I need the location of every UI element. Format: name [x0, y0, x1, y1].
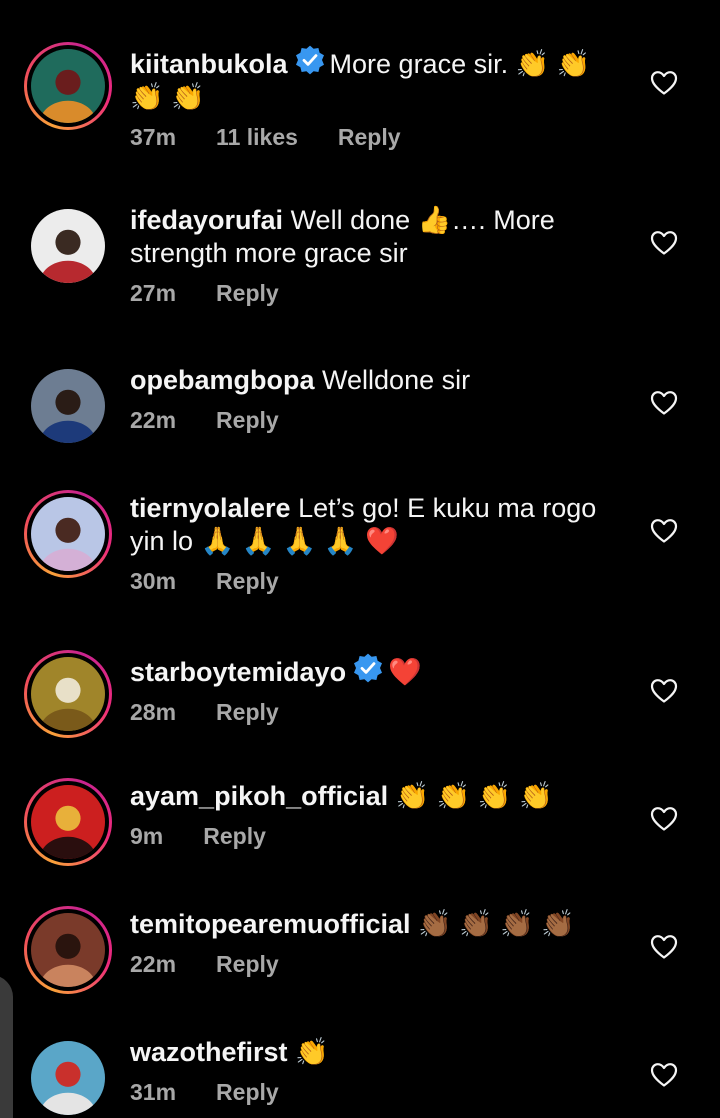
- avatar-frame: [31, 1041, 105, 1115]
- avatar-story-ring[interactable]: [24, 650, 112, 738]
- comment-body: tiernyolalere Let’s go! E kuku ma rogo y…: [130, 492, 630, 595]
- comment-timestamp: 30m: [130, 568, 177, 594]
- avatar-frame: [31, 369, 105, 443]
- comment-username[interactable]: ifedayorufai: [130, 205, 283, 235]
- like-heart-icon[interactable]: [650, 230, 678, 256]
- comment-timestamp: 28m: [130, 699, 177, 725]
- avatar-frame: [27, 653, 109, 735]
- verified-badge-icon: [295, 45, 324, 75]
- avatar-image: [31, 657, 105, 731]
- comment-body: ayam_pikoh_official 👏 👏 👏 👏 9m Reply: [130, 780, 630, 850]
- comment-meta: 27m Reply: [130, 280, 630, 307]
- avatar-image: [31, 497, 105, 571]
- comment-text: ❤️: [388, 657, 422, 687]
- comment-body: ifedayorufai Well done 👍…. More strength…: [130, 204, 630, 307]
- comment-text: 👏 👏 👏 👏: [395, 781, 553, 811]
- comment-meta: 30m Reply: [130, 568, 630, 595]
- comment-username[interactable]: tiernyolalere: [130, 493, 291, 523]
- comment-text: 👏: [295, 1037, 329, 1067]
- comment-username[interactable]: ayam_pikoh_official: [130, 781, 388, 811]
- avatar-image: [31, 209, 105, 283]
- comment-text: 👏🏾 👏🏾 👏🏾 👏🏾: [418, 909, 576, 939]
- verified-badge-icon: [354, 653, 383, 683]
- reply-button[interactable]: Reply: [338, 124, 401, 150]
- comment-username[interactable]: temitopearemuofficial: [130, 909, 411, 939]
- avatar[interactable]: [24, 202, 112, 290]
- comment-body: kiitanbukola More grace sir. 👏 👏 👏 👏 37m 11…: [130, 44, 630, 151]
- reply-button[interactable]: Reply: [203, 823, 266, 849]
- comment-body: opebamgbopa Welldone sir 22m Reply: [130, 364, 630, 434]
- comment-username[interactable]: starboytemidayo: [130, 657, 346, 687]
- comment-timestamp: 31m: [130, 1079, 177, 1105]
- avatar-story-ring[interactable]: [24, 490, 112, 578]
- comment-meta: 31m Reply: [130, 1079, 630, 1106]
- like-heart-icon[interactable]: [650, 806, 678, 832]
- avatar-image: [31, 913, 105, 987]
- reply-button[interactable]: Reply: [216, 280, 279, 306]
- comment-meta: 9m Reply: [130, 823, 630, 850]
- avatar-image: [31, 785, 105, 859]
- comment-username[interactable]: opebamgbopa: [130, 365, 315, 395]
- comment-timestamp: 22m: [130, 407, 177, 433]
- comment-username[interactable]: kiitanbukola: [130, 49, 288, 79]
- like-heart-icon[interactable]: [650, 390, 678, 416]
- reply-button[interactable]: Reply: [216, 1079, 279, 1105]
- comment-likes-count[interactable]: 11 likes: [216, 124, 298, 150]
- like-heart-icon[interactable]: [650, 518, 678, 544]
- avatar-story-ring[interactable]: [24, 906, 112, 994]
- comment-body: starboytemidayo ❤️ 28m Reply: [130, 652, 630, 726]
- avatar-story-ring[interactable]: [24, 778, 112, 866]
- comment-meta: 22m Reply: [130, 951, 630, 978]
- avatar-frame: [27, 781, 109, 863]
- avatar-frame: [27, 909, 109, 991]
- comments-list: kiitanbukola More grace sir. 👏 👏 👏 👏 37m 11…: [0, 0, 720, 1118]
- avatar-story-ring[interactable]: [24, 42, 112, 130]
- avatar-frame: [31, 209, 105, 283]
- comment-timestamp: 9m: [130, 823, 164, 849]
- comment-timestamp: 37m: [130, 124, 177, 150]
- avatar-image: [31, 369, 105, 443]
- avatar[interactable]: [24, 1034, 112, 1118]
- avatar[interactable]: [24, 362, 112, 450]
- comment-text-line: starboytemidayo ❤️: [130, 652, 630, 689]
- comment-text-line: ayam_pikoh_official 👏 👏 👏 👏: [130, 780, 630, 813]
- avatar-image: [31, 1041, 105, 1115]
- comment-meta: 22m Reply: [130, 407, 630, 434]
- like-heart-icon[interactable]: [650, 934, 678, 960]
- avatar-frame: [27, 493, 109, 575]
- comment-text-line: wazothefirst 👏: [130, 1036, 630, 1069]
- comment-body: temitopearemuofficial 👏🏾 👏🏾 👏🏾 👏🏾 22m Repl…: [130, 908, 630, 978]
- comment-text-line: opebamgbopa Welldone sir: [130, 364, 630, 397]
- like-heart-icon[interactable]: [650, 70, 678, 96]
- avatar-frame: [27, 45, 109, 127]
- reply-button[interactable]: Reply: [216, 568, 279, 594]
- like-heart-icon[interactable]: [650, 678, 678, 704]
- comment-meta: 37m 11 likes Reply: [130, 124, 630, 151]
- comment-username[interactable]: wazothefirst: [130, 1037, 288, 1067]
- comment-text-line: kiitanbukola More grace sir. 👏 👏 👏 👏: [130, 44, 630, 114]
- avatar-image: [31, 49, 105, 123]
- comment-meta: 28m Reply: [130, 699, 630, 726]
- comment-text-line: tiernyolalere Let’s go! E kuku ma rogo y…: [130, 492, 630, 558]
- comment-body: wazothefirst 👏 31m Reply: [130, 1036, 630, 1106]
- reply-button[interactable]: Reply: [216, 951, 279, 977]
- edge-handle[interactable]: [0, 975, 13, 1118]
- comment-text: Welldone sir: [322, 365, 471, 395]
- reply-button[interactable]: Reply: [216, 699, 279, 725]
- comment-timestamp: 22m: [130, 951, 177, 977]
- comment-text-line: ifedayorufai Well done 👍…. More strength…: [130, 204, 630, 270]
- comment-timestamp: 27m: [130, 280, 177, 306]
- reply-button[interactable]: Reply: [216, 407, 279, 433]
- comment-text-line: temitopearemuofficial 👏🏾 👏🏾 👏🏾 👏🏾: [130, 908, 630, 941]
- like-heart-icon[interactable]: [650, 1062, 678, 1088]
